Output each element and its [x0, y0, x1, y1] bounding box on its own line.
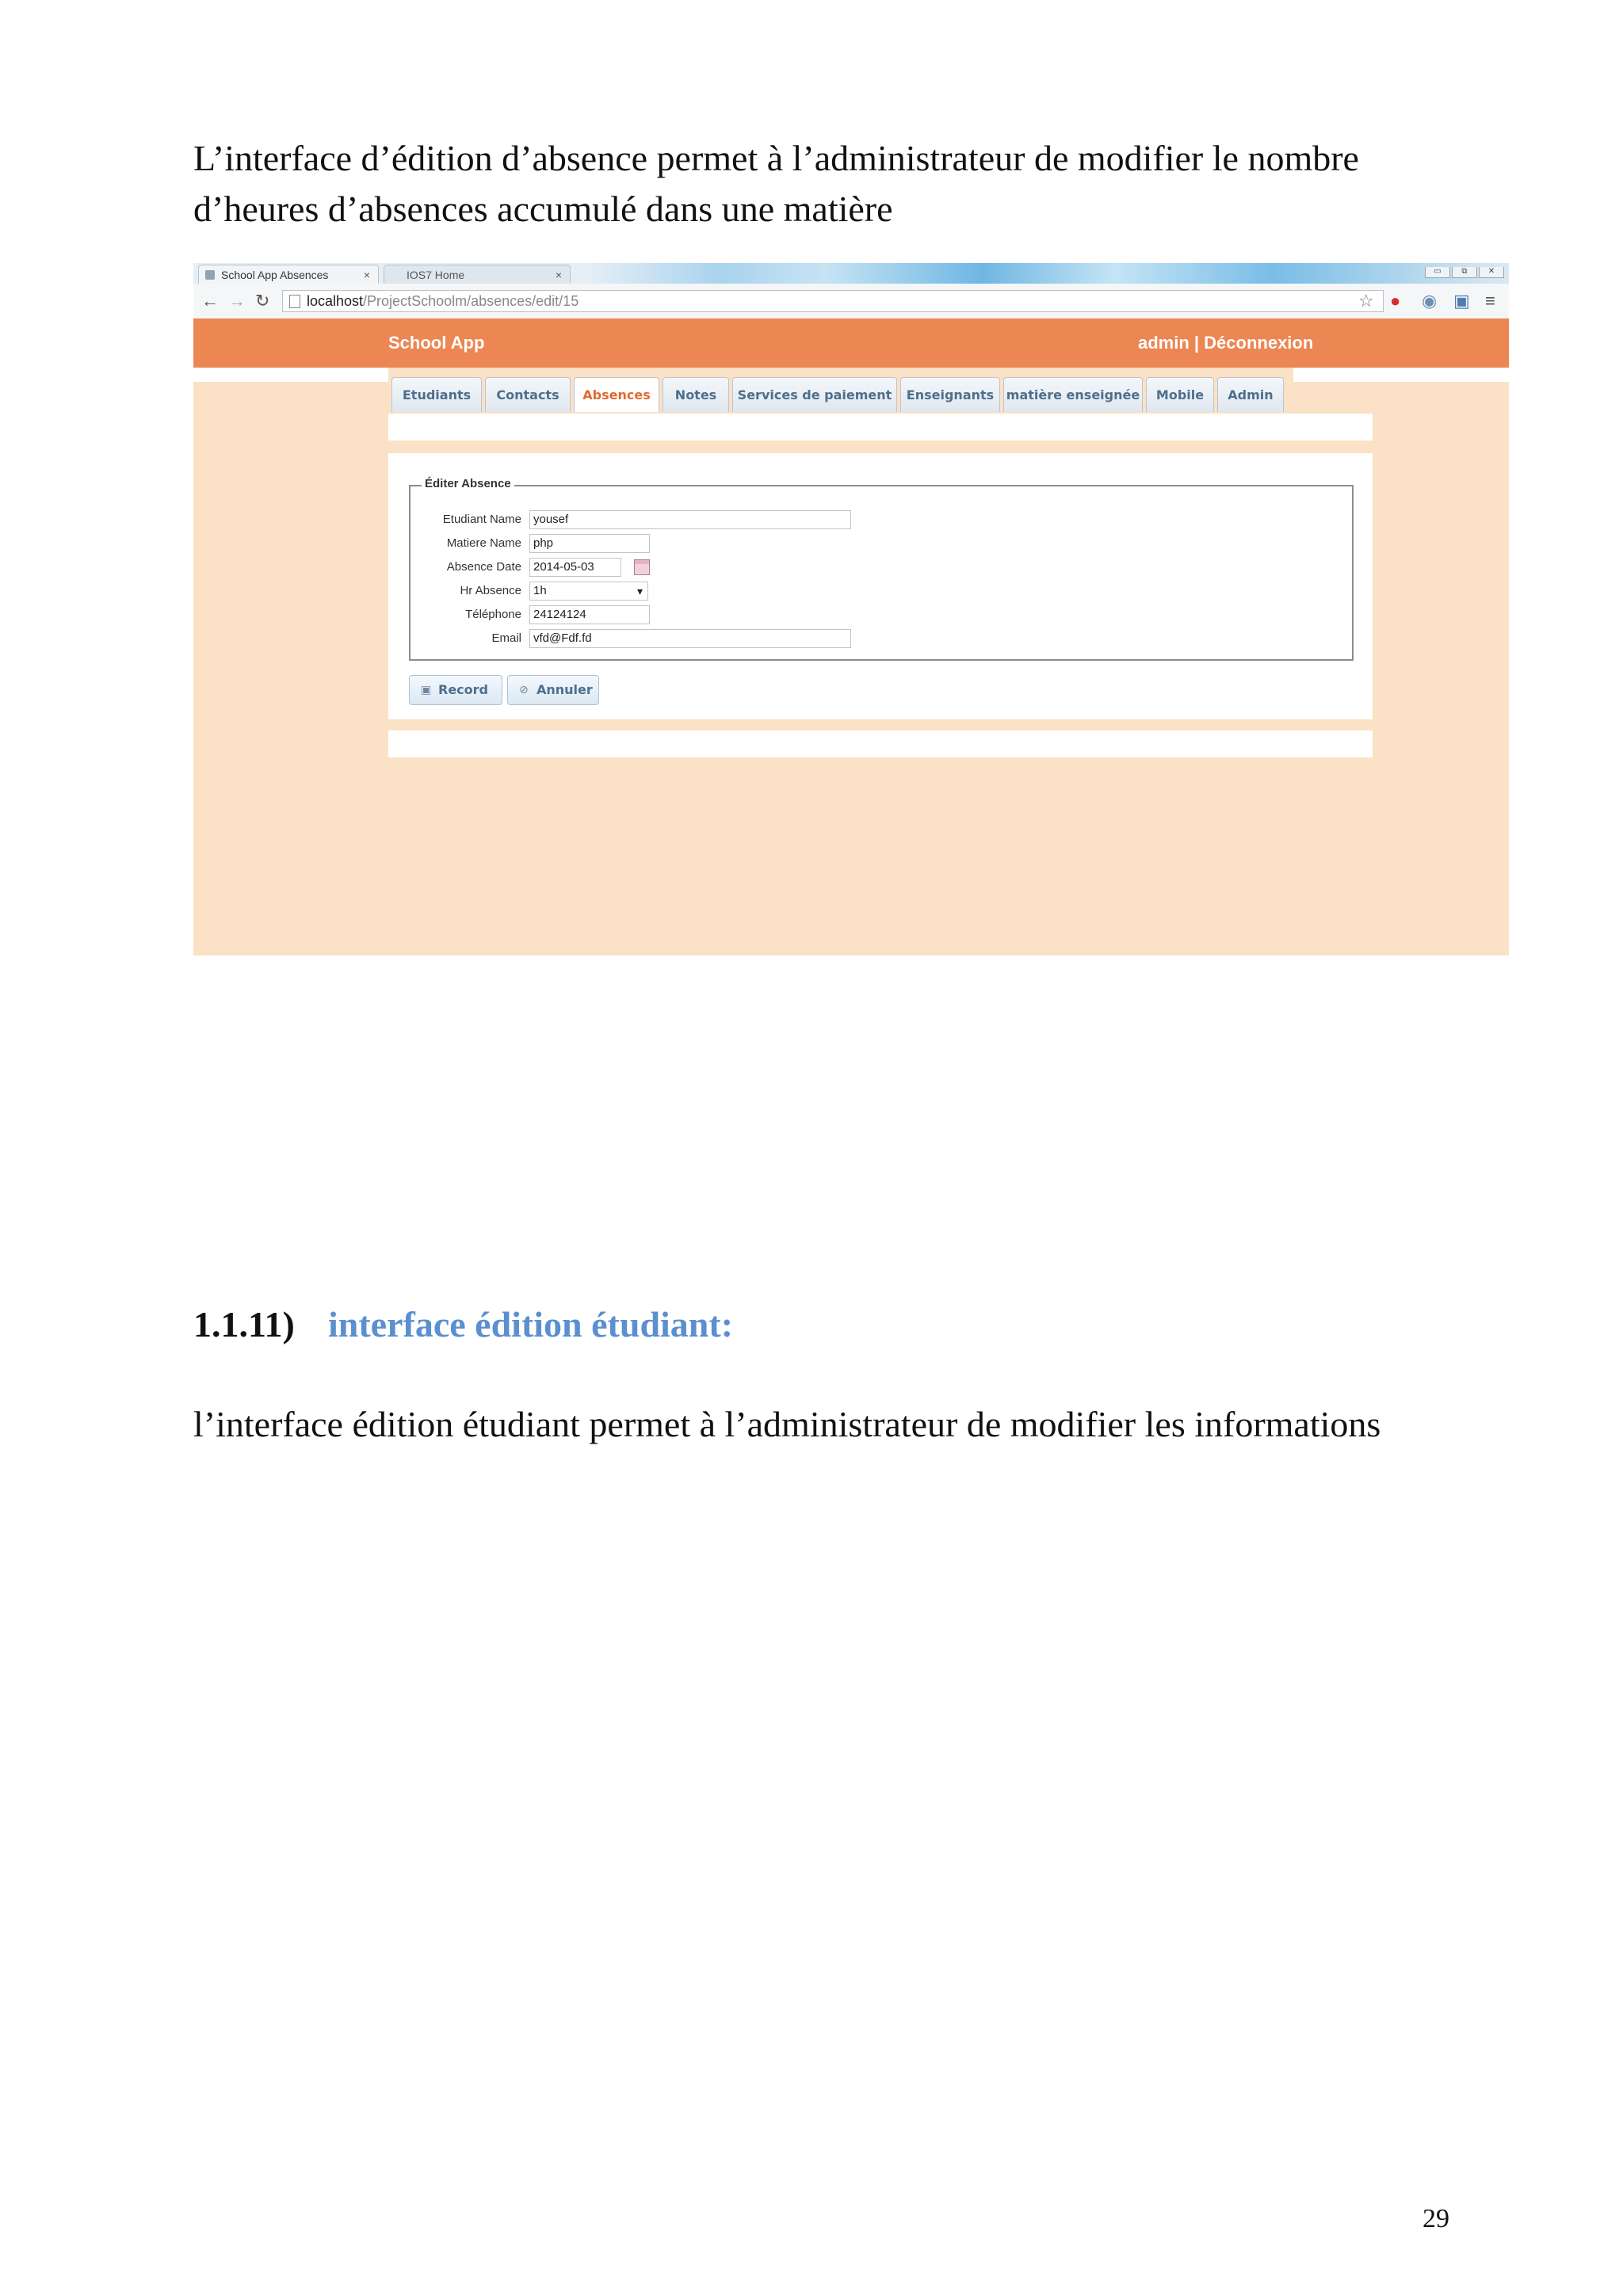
telephone-input[interactable]: 24124124: [529, 605, 650, 624]
tab-etudiants[interactable]: Etudiants: [391, 377, 482, 412]
etudiant-name-input[interactable]: yousef: [529, 510, 851, 529]
hr-absence-select[interactable]: 1h: [529, 582, 648, 601]
url-host: localhost: [307, 293, 364, 309]
tab-notes[interactable]: Notes: [663, 377, 729, 412]
favicon-icon: [205, 270, 215, 280]
browser-tab-strip: School App Absences × IOS7 Home × ▭ ⧉ ✕: [193, 263, 1509, 284]
section-title: interface édition étudiant:: [328, 1304, 734, 1344]
field-label: Matiere Name: [446, 536, 521, 550]
field-label: Etudiant Name: [442, 513, 521, 526]
minimize-icon[interactable]: ▭: [1425, 267, 1450, 278]
field-label: Email: [491, 631, 521, 645]
tab-mobile[interactable]: Mobile: [1146, 377, 1214, 412]
email-input[interactable]: vfd@Fdf.fd: [529, 629, 851, 648]
app-brand[interactable]: School App: [388, 333, 484, 353]
menu-icon[interactable]: ≡: [1485, 292, 1495, 311]
edit-panel: Éditer Absence Etudiant Name yousef Mati…: [388, 453, 1373, 719]
tab-enseignants[interactable]: Enseignants: [900, 377, 1000, 412]
absence-date-input[interactable]: 2014-05-03: [529, 558, 621, 577]
app-screenshot: School App Absences × IOS7 Home × ▭ ⧉ ✕ ← …: [193, 263, 1509, 955]
address-bar[interactable]: localhost/ProjectSchoolm/absences/edit/1…: [282, 290, 1384, 312]
tab-services-de-paiement[interactable]: Services de paiement: [732, 377, 897, 412]
field-label: Téléphone: [465, 608, 521, 621]
cancel-button[interactable]: ⊘ Annuler: [507, 675, 599, 705]
top-panel: [388, 414, 1373, 441]
close-window-icon[interactable]: ✕: [1479, 267, 1504, 278]
cancel-icon: ⊘: [519, 684, 529, 696]
fieldset-legend: Éditer Absence: [422, 477, 514, 490]
browser-tab-label: IOS7 Home: [407, 269, 465, 281]
edit-absence-fieldset: Éditer Absence Etudiant Name yousef Mati…: [409, 477, 1354, 661]
opera-icon[interactable]: ●: [1390, 292, 1400, 311]
field-label: Absence Date: [446, 560, 521, 574]
tab-absences[interactable]: Absences: [574, 377, 659, 412]
screenshot-icon[interactable]: ▣: [1453, 292, 1470, 311]
forward-arrow-icon[interactable]: →: [228, 290, 246, 312]
browser-tab[interactable]: School App Absences ×: [198, 265, 379, 284]
browser-tab-label: School App Absences: [221, 269, 329, 281]
app-header: School App admin | Déconnexion: [193, 318, 1509, 368]
white-strip: [1293, 368, 1509, 382]
back-arrow-icon[interactable]: ←: [201, 290, 219, 312]
intro-paragraph: L’interface d’édition d’absence permet à…: [193, 138, 1359, 229]
page-number: 29: [1423, 2204, 1449, 2233]
record-button[interactable]: ▣ Record: [409, 675, 502, 705]
browser-toolbar: ← → ↻ localhost/ProjectSchoolm/absences/…: [193, 284, 1509, 319]
tab-admin[interactable]: Admin: [1217, 377, 1284, 412]
reload-icon[interactable]: ↻: [255, 290, 269, 312]
matiere-name-input[interactable]: php: [529, 534, 650, 553]
white-strip: [193, 368, 388, 382]
tab-contacts[interactable]: Contacts: [485, 377, 571, 412]
close-tab-icon[interactable]: ×: [556, 265, 562, 284]
url-path: /ProjectSchoolm/absences/edit/15: [363, 293, 579, 309]
close-tab-icon[interactable]: ×: [364, 265, 370, 284]
field-label: Hr Absence: [460, 584, 521, 597]
bottom-panel: [388, 730, 1373, 757]
star-icon[interactable]: ☆: [1358, 292, 1374, 311]
window-controls: ▭ ⧉ ✕: [1423, 263, 1504, 278]
browser-tab[interactable]: IOS7 Home ×: [384, 265, 571, 284]
record-button-label: Record: [438, 682, 488, 697]
tab-matiere-enseignee[interactable]: matière enseignée: [1003, 377, 1143, 412]
user-links[interactable]: admin | Déconnexion: [1138, 333, 1313, 353]
cancel-button-label: Annuler: [537, 682, 593, 697]
page-icon: [289, 295, 300, 308]
section-number: 1.1.11): [193, 1304, 295, 1344]
section-heading: 1.1.11) interface édition étudiant:: [193, 1299, 733, 1350]
outro-paragraph: l’interface édition étudiant permet à l’…: [193, 1404, 1381, 1444]
save-icon: ▣: [421, 684, 432, 696]
extension-icon[interactable]: ◉: [1422, 292, 1437, 311]
calendar-icon[interactable]: [634, 559, 650, 575]
restore-icon[interactable]: ⧉: [1452, 267, 1477, 278]
